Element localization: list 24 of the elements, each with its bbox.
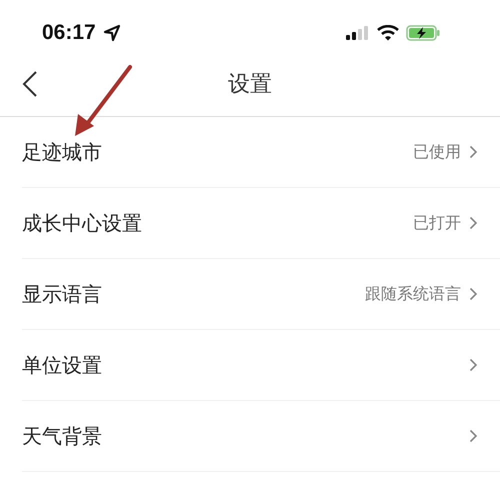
wifi-icon xyxy=(377,25,399,41)
row-label: 足迹城市 xyxy=(22,138,102,166)
back-icon[interactable] xyxy=(22,70,38,98)
settings-row[interactable]: 单位设置 xyxy=(22,330,500,401)
row-value: 已使用 xyxy=(413,142,461,162)
chevron-icon xyxy=(469,429,478,443)
location-arrow-icon xyxy=(102,24,121,42)
row-label: 天气背景 xyxy=(22,422,102,450)
chevron-icon xyxy=(469,145,478,159)
row-label: 单位设置 xyxy=(22,352,102,378)
signal-icon xyxy=(346,26,370,40)
row-label: 显示语言 xyxy=(22,280,102,308)
chevron-icon xyxy=(469,358,478,372)
row-value: 已打开 xyxy=(413,212,461,234)
page-title: 设置 xyxy=(228,71,272,99)
row-label: 成长中心设置 xyxy=(22,210,142,236)
chevron-icon xyxy=(469,287,478,301)
settings-row[interactable]: 显示语言 跟随系统语言 xyxy=(22,259,500,330)
chevron-icon xyxy=(469,216,478,230)
settings-row[interactable]: 天气背景 xyxy=(22,401,500,472)
settings-row[interactable]: 成长中心设置 已打开 xyxy=(22,188,500,259)
row-value: 跟随系统语言 xyxy=(365,284,461,304)
status-time: 06:17 xyxy=(42,21,96,45)
battery-charging-icon xyxy=(406,25,440,41)
